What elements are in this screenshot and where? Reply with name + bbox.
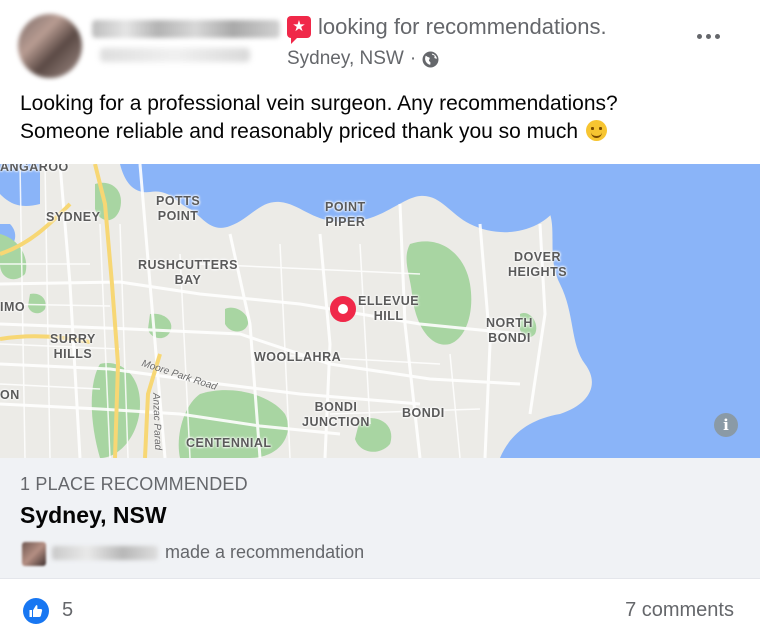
post-text-line-2-text: Someone reliable and reasonably priced t… <box>20 120 579 143</box>
post-footer: 5 7 comments <box>0 578 760 640</box>
map-label-bondi-junction: BONDI JUNCTION <box>302 400 370 429</box>
recommender-avatar[interactable] <box>22 542 46 566</box>
more-options-icon[interactable] <box>690 24 726 48</box>
map-label-dover-heights: DOVER HEIGHTS <box>508 250 568 279</box>
post-meta: Sydney, NSW · <box>287 48 439 70</box>
map-label-woollahra: WOOLLAHRA <box>254 350 342 364</box>
places-recommended-count: 1 PLACE RECOMMENDED <box>20 474 248 494</box>
map-label-centennial: CENTENNIAL <box>186 436 272 450</box>
map-label-point-piper: POINT PIPER <box>325 200 366 229</box>
map-label-bellevue-hill: ELLEVUE HILL <box>358 294 420 323</box>
map-label-imo: IMO <box>0 300 26 314</box>
recommendation-star-icon: ★ <box>287 16 311 44</box>
map-label-rushcutters-bay: RUSHCUTTERS BAY <box>138 258 238 287</box>
smiling-face-emoji-icon <box>585 120 607 141</box>
map-info-icon[interactable]: i <box>714 413 738 437</box>
author-avatar[interactable] <box>18 14 82 78</box>
map-label-on: ON <box>0 388 20 402</box>
post-type-label: looking for recommendations. <box>318 14 607 39</box>
recommender-name-blurred[interactable] <box>52 546 158 560</box>
road-label-anzac: Anzac Parad <box>150 392 164 451</box>
like-reaction-icon[interactable] <box>23 598 49 624</box>
author-subline-blurred <box>100 48 250 62</box>
map-label-sydney: SYDNEY <box>46 210 101 224</box>
map-label-surry-hills: SURRY HILLS <box>50 332 96 361</box>
map-label-bondi: BONDI <box>402 406 445 420</box>
like-count[interactable]: 5 <box>62 599 73 622</box>
post-text-line-2: Someone reliable and reasonably priced t… <box>20 118 740 146</box>
recommendation-action-text: made a recommendation <box>165 542 365 562</box>
recommended-place-name[interactable]: Sydney, NSW <box>20 502 167 529</box>
map[interactable]: ANGAROO SYDNEY POTTS POINT POINT PIPER D… <box>0 164 760 458</box>
map-label-north-bondi: NORTH BONDI <box>486 316 533 345</box>
globe-icon[interactable] <box>422 51 439 68</box>
meta-separator: · <box>409 48 417 69</box>
post-text-line-1: Looking for a professional vein surgeon.… <box>20 92 618 115</box>
map-location-pin-icon[interactable] <box>330 296 356 322</box>
map-label-kangaroo: ANGAROO <box>0 164 69 174</box>
post-body: Looking for a professional vein surgeon.… <box>20 90 740 146</box>
recommendation-card[interactable]: 1 PLACE RECOMMENDED Sydney, NSW made a r… <box>0 458 760 578</box>
comments-count-link[interactable]: 7 comments <box>625 599 734 622</box>
map-label-potts-point: POTTS POINT <box>156 194 201 223</box>
author-name-blurred[interactable] <box>92 20 280 38</box>
post-location[interactable]: Sydney, NSW <box>287 48 404 70</box>
